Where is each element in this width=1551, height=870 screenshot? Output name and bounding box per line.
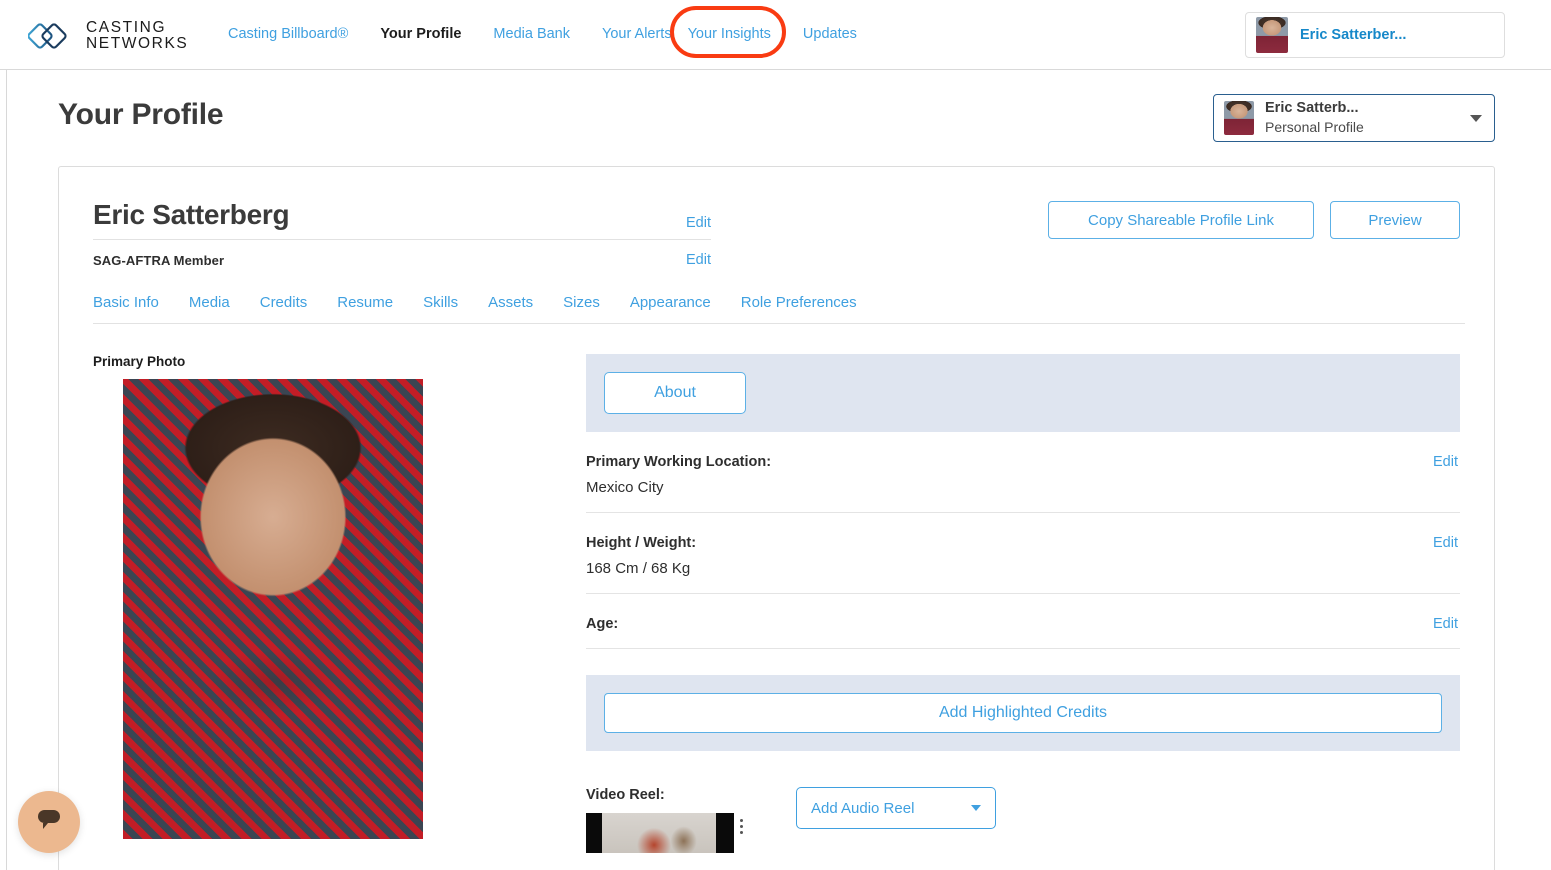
video-reel-left: Video Reel: — [586, 787, 796, 853]
card-action-buttons: Copy Shareable Profile Link Preview — [1048, 201, 1460, 239]
video-reel-label: Video Reel: — [586, 787, 665, 803]
about-column: About Primary Working Location: Mexico C… — [586, 354, 1460, 853]
actor-name: Eric Satterberg — [93, 199, 290, 230]
primary-photo-column: Primary Photo — [93, 354, 586, 853]
field-age: Age: Edit — [586, 594, 1460, 649]
brand-logo-text: CASTING NETWORKS — [86, 20, 188, 52]
field-label: Primary Working Location: — [586, 454, 772, 470]
add-audio-reel-label: Add Audio Reel — [811, 799, 915, 817]
viewport-edge-line — [6, 62, 7, 870]
brand-logo[interactable]: CASTING NETWORKS — [27, 18, 188, 54]
nav-link-media-bank[interactable]: Media Bank — [477, 26, 586, 42]
more-options-icon[interactable] — [740, 813, 743, 834]
edit-union-link[interactable]: Edit — [686, 252, 711, 268]
profile-selector-text: Eric Satterb... Personal Profile — [1265, 99, 1459, 136]
nav-link-your-alerts[interactable]: Your Alerts — [586, 26, 688, 42]
about-section-band: About — [586, 354, 1460, 432]
brand-logo-line1: CASTING — [86, 19, 167, 37]
field-label: Height / Weight: — [586, 535, 697, 551]
add-audio-reel-dropdown[interactable]: Add Audio Reel — [796, 787, 996, 829]
chevron-down-icon[interactable] — [1470, 114, 1482, 122]
primary-nav-links: Casting Billboard® Your Profile Media Ba… — [228, 6, 873, 58]
edit-primary-working-location-link[interactable]: Edit — [1433, 454, 1458, 470]
field-primary-working-location: Primary Working Location: Mexico City Ed… — [586, 432, 1460, 513]
tab-sizes[interactable]: Sizes — [563, 294, 630, 311]
top-navigation-bar: CASTING NETWORKS Casting Billboard® Your… — [0, 0, 1551, 70]
nav-link-updates[interactable]: Updates — [787, 26, 873, 42]
tab-appearance[interactable]: Appearance — [630, 294, 741, 311]
tab-skills[interactable]: Skills — [423, 294, 488, 311]
nav-link-casting-billboard[interactable]: Casting Billboard® — [228, 26, 364, 42]
casting-networks-diamond-icon — [27, 18, 76, 54]
preview-button[interactable]: Preview — [1330, 201, 1460, 239]
chevron-down-icon — [971, 805, 981, 811]
page-title: Your Profile — [58, 98, 224, 131]
tab-basic-info[interactable]: Basic Info — [93, 294, 189, 311]
profile-selector-subtitle: Personal Profile — [1265, 119, 1364, 136]
profile-selector-avatar — [1224, 101, 1254, 135]
chat-bubble-icon — [34, 807, 64, 838]
primary-photo-image[interactable] — [123, 379, 423, 839]
highlighted-credits-band: Add Highlighted Credits — [586, 675, 1460, 751]
tab-media[interactable]: Media — [189, 294, 260, 311]
primary-photo-label: Primary Photo — [93, 354, 186, 369]
about-button[interactable]: About — [604, 372, 746, 414]
field-height-weight: Height / Weight: 168 Cm / 68 Kg Edit — [586, 513, 1460, 594]
profile-selector-name: Eric Satterb... — [1265, 100, 1359, 117]
field-value: Mexico City — [586, 479, 664, 496]
field-label: Age: — [586, 616, 619, 632]
nav-link-your-profile[interactable]: Your Profile — [364, 26, 477, 42]
account-chip[interactable]: Eric Satterber... — [1245, 12, 1505, 58]
field-value: 168 Cm / 68 Kg — [586, 560, 691, 577]
brand-logo-line2: NETWORKS — [86, 35, 189, 52]
chat-widget-button[interactable] — [18, 791, 80, 853]
video-reel-row: Video Reel: Add Audio Reel — [586, 787, 1460, 853]
profile-card: Eric Satterberg Edit SAG-AFTRA Member Ed… — [58, 166, 1495, 870]
union-membership: SAG-AFTRA Member — [93, 252, 225, 268]
edit-age-link[interactable]: Edit — [1433, 616, 1458, 632]
edit-name-link[interactable]: Edit — [686, 215, 711, 231]
video-thumbnail[interactable] — [586, 813, 734, 853]
union-row: SAG-AFTRA Member Edit — [93, 240, 711, 268]
copy-shareable-profile-link-button[interactable]: Copy Shareable Profile Link — [1048, 201, 1314, 239]
account-avatar — [1256, 17, 1288, 53]
nav-link-your-insights[interactable]: Your Insights — [688, 26, 787, 42]
tab-role-preferences[interactable]: Role Preferences — [741, 294, 887, 311]
tab-resume[interactable]: Resume — [337, 294, 423, 311]
tab-credits[interactable]: Credits — [260, 294, 338, 311]
profile-selector-dropdown[interactable]: Eric Satterb... Personal Profile — [1213, 94, 1495, 142]
profile-content: Primary Photo About Primary Working Loca… — [93, 354, 1460, 853]
add-highlighted-credits-button[interactable]: Add Highlighted Credits — [604, 693, 1442, 733]
tab-assets[interactable]: Assets — [488, 294, 563, 311]
app-root: CASTING NETWORKS Casting Billboard® Your… — [0, 0, 1551, 870]
profile-section-tabs: Basic Info Media Credits Resume Skills A… — [93, 294, 1465, 324]
account-name: Eric Satterber... — [1300, 27, 1407, 43]
nav-item-your-insights-wrapper: Your Insights — [669, 6, 787, 58]
actor-name-row: Eric Satterberg Edit — [93, 199, 711, 240]
video-reel-thumbnails — [586, 813, 796, 853]
edit-height-weight-link[interactable]: Edit — [1433, 535, 1458, 551]
